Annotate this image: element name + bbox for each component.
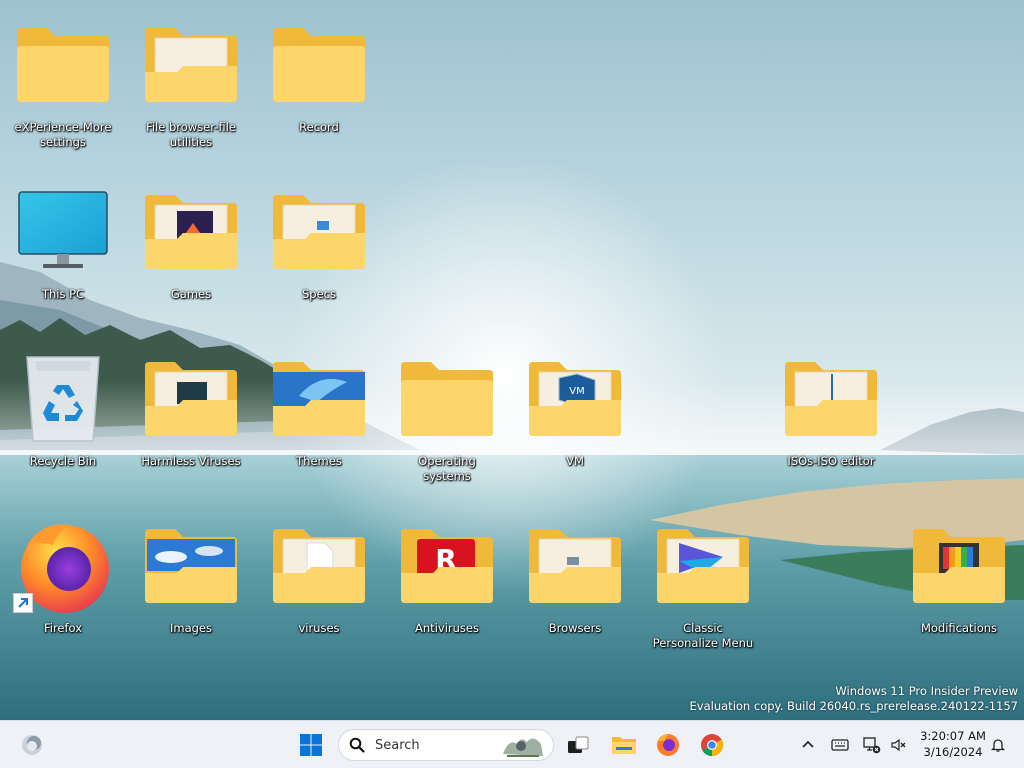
desktop-icon-viruses[interactable]: viruses: [264, 515, 374, 665]
icon-label: Specs: [302, 287, 336, 301]
folder-icon: [269, 181, 369, 281]
folder-icon: [269, 515, 369, 615]
desktop-icon-antiviruses[interactable]: R Antiviruses: [392, 515, 502, 665]
folder-icon: [141, 14, 241, 114]
folder-icon: [269, 14, 369, 114]
folder-icon: [141, 515, 241, 615]
desktop-icon-games[interactable]: Games: [136, 181, 246, 331]
folder-icon: [909, 515, 1009, 615]
watermark-line-2: Evaluation copy. Build 26040.rs_prerelea…: [689, 699, 1018, 713]
file-explorer-button[interactable]: [606, 727, 642, 763]
task-view-icon: [568, 736, 589, 753]
task-view-button[interactable]: [560, 727, 596, 763]
desktop-icon-this-pc[interactable]: This PC: [8, 181, 118, 331]
desktop: eXPerience-More settings File browser-fi…: [0, 0, 1024, 720]
search-icon: [349, 737, 365, 753]
icon-label: Modifications: [920, 621, 998, 635]
icon-label: This PC: [41, 287, 85, 301]
icon-label: Browsers: [548, 621, 602, 635]
monitor-icon: [13, 181, 113, 281]
volume-button[interactable]: [886, 733, 910, 757]
recycle-bin-icon: [13, 348, 113, 448]
icon-label: VM: [566, 454, 584, 468]
widgets-button[interactable]: [14, 727, 50, 763]
icon-label: ISOs-ISO editor: [787, 454, 875, 468]
desktop-icon-images[interactable]: Images: [136, 515, 246, 665]
desktop-icon-harmless-viruses[interactable]: Harmless Viruses: [136, 348, 246, 498]
icon-label: Themes: [296, 454, 342, 468]
keyboard-button[interactable]: [828, 733, 852, 757]
desktop-icon-modifications[interactable]: Modifications: [904, 515, 1014, 665]
volume-muted-icon: [891, 738, 906, 752]
folder-icon: [141, 348, 241, 448]
network-button[interactable]: [860, 733, 884, 757]
watermark-line-1: Windows 11 Pro Insider Preview: [835, 684, 1018, 698]
clock-time: 3:20:07 AM: [920, 729, 986, 743]
desktop-icon-specs[interactable]: Specs: [264, 181, 374, 331]
folder-icon: [397, 348, 497, 448]
desktop-icon-firefox[interactable]: Firefox: [8, 515, 118, 665]
clock-date: 3/16/2024: [923, 745, 983, 759]
firefox-icon: [657, 734, 679, 756]
firefox-taskbar-button[interactable]: [650, 727, 686, 763]
svg-text:VM: VM: [569, 386, 584, 397]
search-highlight-icon: [503, 738, 543, 757]
icon-label: File browser-file utilities: [146, 120, 236, 149]
icon-label: Games: [170, 287, 212, 301]
icon-label: Record: [299, 120, 339, 134]
show-hidden-icons-button[interactable]: [796, 733, 820, 757]
icon-label: Classic Personalize Menu: [652, 621, 754, 650]
desktop-icon-browsers[interactable]: Browsers: [520, 515, 630, 665]
folder-icon: [525, 515, 625, 615]
desktop-icon-experience-more-settings[interactable]: eXPerience-More settings: [8, 14, 118, 164]
desktop-icon-record[interactable]: Record: [264, 14, 374, 164]
icon-label: Harmless Viruses: [141, 454, 241, 468]
chevron-up-icon: [802, 740, 814, 748]
shortcut-arrow-icon: [13, 593, 33, 613]
taskbar: Search 3:20:07 AM 3/16/2024: [0, 720, 1024, 768]
folder-icon: [781, 348, 881, 448]
chrome-taskbar-button[interactable]: [694, 727, 730, 763]
folder-icon: [653, 515, 753, 615]
folder-icon: VM: [525, 348, 625, 448]
folder-icon: [13, 14, 113, 114]
desktop-icon-themes[interactable]: Themes: [264, 348, 374, 498]
desktop-icon-file-browser[interactable]: File browser-file utilities: [136, 14, 246, 164]
desktop-icon-vm[interactable]: VM VM: [520, 348, 630, 498]
bell-icon: [990, 739, 1006, 752]
firefox-icon: [13, 515, 113, 615]
chrome-icon: [701, 734, 723, 756]
search-label: Search: [375, 737, 420, 753]
folder-icon: [141, 181, 241, 281]
file-explorer-icon: [612, 737, 636, 754]
start-icon: [300, 734, 322, 756]
icon-label: viruses: [298, 621, 340, 635]
icon-label: Operating systems: [418, 454, 476, 483]
icon-label: eXPerience-More settings: [14, 120, 112, 149]
icon-label: Images: [169, 621, 212, 635]
network-disconnected-icon: [863, 737, 881, 754]
icon-label: Firefox: [43, 621, 83, 635]
folder-icon: R: [397, 515, 497, 615]
folder-icon: [269, 348, 369, 448]
desktop-icon-classic-personalize-menu[interactable]: Classic Personalize Menu: [648, 515, 758, 665]
icon-label: Recycle Bin: [29, 454, 97, 468]
desktop-icon-recycle-bin[interactable]: Recycle Bin: [8, 348, 118, 498]
keyboard-icon: [831, 739, 849, 751]
desktop-icon-operating-systems[interactable]: Operating systems: [392, 348, 502, 498]
desktop-icon-isos-iso-editor[interactable]: ISOs-ISO editor: [776, 348, 886, 498]
widgets-icon: [22, 735, 42, 755]
taskbar-search-box[interactable]: Search: [338, 729, 554, 761]
icon-label: Antiviruses: [415, 621, 479, 635]
taskbar-clock[interactable]: 3:20:07 AM 3/16/2024: [918, 728, 988, 760]
notifications-button[interactable]: [986, 733, 1010, 757]
start-button[interactable]: [293, 727, 329, 763]
evaluation-watermark: Windows 11 Pro Insider Preview Evaluatio…: [690, 684, 1018, 714]
